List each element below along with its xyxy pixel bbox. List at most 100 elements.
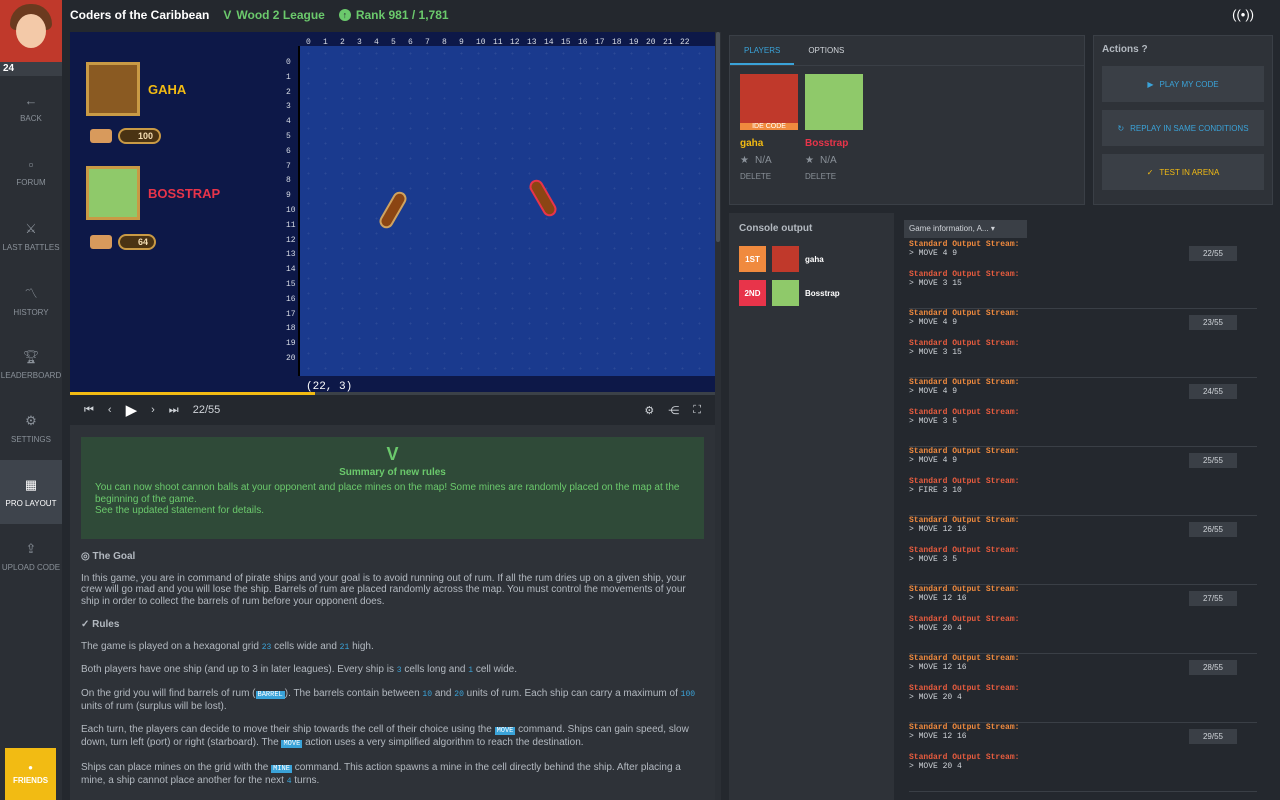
test-in-arena-button[interactable]: ✓ TEST IN ARENA xyxy=(1102,154,1264,190)
sidebar-item-leaderboard[interactable]: 🏆︎ LEADERBOARD xyxy=(0,332,62,396)
row-label: 7 xyxy=(286,161,291,171)
console-turn: Standard Output Stream: > MOVE 12 16 Stand… xyxy=(909,585,1257,654)
goal-heading: ◎ The Goal xyxy=(81,551,136,562)
help-icon[interactable]: ? xyxy=(1141,44,1147,55)
actions-title: Actions ? xyxy=(1102,44,1148,55)
players-panel: PLAYERS OPTIONS IDE CODE gaha ★ N/A DELET… xyxy=(729,35,1085,205)
refresh-icon: ↻ xyxy=(1117,123,1125,133)
row-label: 20 xyxy=(286,354,296,363)
player1-portrait xyxy=(86,62,140,116)
settings-icon[interactable]: ⚙ xyxy=(644,404,654,417)
row-label: 0 xyxy=(286,58,291,67)
console-panel: Console output 1ST gaha 2ND Bosstrap Game … xyxy=(729,213,1273,800)
sidebar-item-last-battles[interactable]: ⚔ LAST BATTLES xyxy=(0,204,62,268)
sidebar-item-pro-layout[interactable]: ▦ PRO LAYOUT xyxy=(0,460,62,524)
forum-icon: ▫ xyxy=(28,157,34,172)
player2-delete[interactable]: DELETE xyxy=(805,172,863,181)
tab-players[interactable]: PLAYERS xyxy=(730,36,795,65)
console-turn: Standard Output Stream: > MOVE 4 9 Standar… xyxy=(909,309,1257,378)
summary-box: V Summary of new rules You can now shoot… xyxy=(81,437,704,539)
column-label: 15 xyxy=(561,38,571,47)
broadcast-icon[interactable]: ((•)) xyxy=(1232,7,1254,22)
player1-rum: 100 xyxy=(90,128,162,144)
league-badge: V Wood 2 League xyxy=(223,8,325,22)
column-label: 3 xyxy=(357,38,362,47)
row-label: 5 xyxy=(286,132,291,141)
rule-mine: Ships can place mines on the grid with t… xyxy=(81,761,681,787)
play-icon: ▶ xyxy=(1147,79,1154,89)
skip-start-icon[interactable]: ⏮ xyxy=(84,404,94,417)
play-icon[interactable]: ▶ xyxy=(126,401,138,419)
rank-row: 1ST gaha xyxy=(739,246,824,272)
turn-number: 29/55 xyxy=(1188,729,1237,744)
column-label: 11 xyxy=(493,38,503,47)
player2-rum: 64 xyxy=(90,234,157,250)
sidebar: 24 ← BACK ▫ FORUM ⚔ LAST BATTLES 〽 HISTORY 🏆… xyxy=(0,0,62,800)
sidebar-item-settings[interactable]: ⚙ SETTINGS xyxy=(0,396,62,460)
left-scrollbar[interactable] xyxy=(715,32,721,800)
check-icon: ✓ xyxy=(81,619,90,630)
history-icon: 〽 xyxy=(24,286,38,301)
rank-badge: ↑ Rank 981 / 1,781 xyxy=(338,8,449,22)
sidebar-item-history[interactable]: 〽 HISTORY xyxy=(0,268,62,332)
tab-options[interactable]: OPTIONS xyxy=(794,36,858,65)
game-viewer[interactable]: 0 1 2 3 4 5 6 7 8 9 10 11 12 13 14 15 16 17 18 19 20 21 22 012… xyxy=(70,32,715,395)
column-label: 4 xyxy=(374,38,379,47)
player-slot-2: Bosstrap ★ N/A DELETE xyxy=(805,74,863,181)
command-line: > MOVE 20 4 xyxy=(909,693,962,702)
turn-number: 22/55 xyxy=(1188,246,1237,261)
replay-button[interactable]: ↻ REPLAY IN SAME CONDITIONS xyxy=(1102,110,1264,146)
player2-avatar[interactable] xyxy=(805,74,863,130)
friends-button[interactable]: ● FRIENDS xyxy=(5,748,56,800)
row-label: 1 xyxy=(286,72,291,82)
replay-controls: ⏮ ‹ ▶ › ⏭ 22/55 ⚙ ⋲ ⛶ xyxy=(70,396,715,424)
rank-row: 2ND Bosstrap xyxy=(739,280,840,306)
topbar: Coders of the Caribbean V Wood 2 League ↑… xyxy=(62,0,1280,30)
rule-move: Each turn, the players can decide to mov… xyxy=(81,723,689,748)
row-label: 11 xyxy=(286,220,296,230)
command-line: > MOVE 3 15 xyxy=(909,348,962,357)
frame-counter: 22/55 xyxy=(192,404,221,416)
user-icon: ● xyxy=(28,763,33,772)
command-line: > FIRE 3 10 xyxy=(909,486,962,495)
gear-icon: ⚙ xyxy=(25,412,37,428)
player1-avatar[interactable]: IDE CODE xyxy=(740,74,798,130)
step-back-icon[interactable]: ‹ xyxy=(108,404,112,416)
command-line: > MOVE 3 15 xyxy=(909,279,962,288)
column-label: 16 xyxy=(578,38,588,47)
stream-label: Standard Output Stream: xyxy=(909,477,1020,486)
share-icon[interactable]: ⋲ xyxy=(668,404,679,417)
check-icon: ✓ xyxy=(1146,167,1154,177)
stream-label: Standard Output Stream: xyxy=(909,408,1020,417)
console-turn: Standard Output Stream: > MOVE 4 9 Standar… xyxy=(909,447,1257,516)
sidebar-item-back[interactable]: ← BACK xyxy=(0,76,62,140)
skip-end-icon[interactable]: ⏭ xyxy=(169,404,179,417)
rank-icon: ↑ xyxy=(338,9,351,21)
player1-delete[interactable]: DELETE xyxy=(740,172,798,181)
user-avatar[interactable] xyxy=(0,0,62,62)
column-label: 13 xyxy=(527,38,537,47)
row-label: 18 xyxy=(286,324,296,334)
stream-label: Standard Output Stream: xyxy=(909,615,1020,624)
player1-score: ★ N/A xyxy=(740,155,772,166)
step-forward-icon[interactable]: › xyxy=(151,404,155,416)
puzzle-title: Coders of the Caribbean xyxy=(70,8,210,22)
sidebar-item-forum[interactable]: ▫ FORUM xyxy=(0,140,62,204)
command-line: > MOVE 20 4 xyxy=(909,624,962,633)
turn-number: 24/55 xyxy=(1188,384,1237,399)
player1-card: GAHA xyxy=(86,62,186,116)
trophy-icon: 🏆︎ xyxy=(22,348,40,364)
player2-name: BOSSTRAP xyxy=(148,185,221,201)
stream-label: Standard Output Stream: xyxy=(909,753,1020,762)
console-filter-select[interactable]: Game information, A... ▾ xyxy=(904,220,1027,238)
row-label: 15 xyxy=(286,280,296,289)
statement-panel: V Summary of new rules You can now shoot… xyxy=(70,425,715,800)
column-label: 19 xyxy=(629,38,639,47)
sidebar-item-upload-code[interactable]: ⇪ UPLOAD CODE xyxy=(0,524,62,588)
play-my-code-button[interactable]: ▶ PLAY MY CODE xyxy=(1102,66,1264,102)
fullscreen-icon[interactable]: ⛶ xyxy=(693,404,701,417)
row-label: 13 xyxy=(286,250,296,260)
column-label: 14 xyxy=(544,38,554,47)
row-label: 17 xyxy=(286,309,296,319)
command-line: > MOVE 3 5 xyxy=(909,417,958,426)
